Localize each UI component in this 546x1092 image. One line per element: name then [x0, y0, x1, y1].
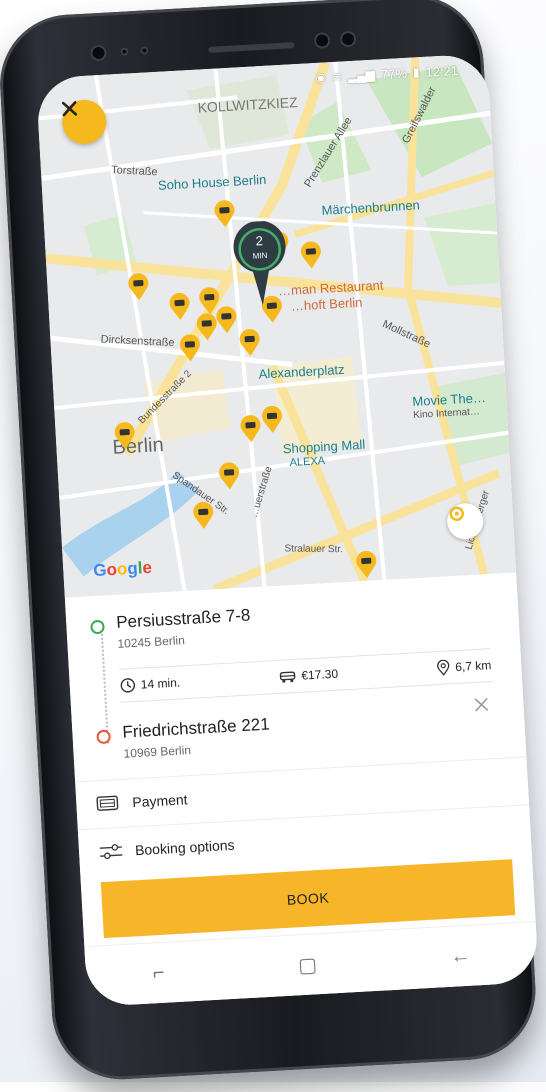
taxi-marker[interactable]: [260, 405, 284, 434]
back-icon[interactable]: ←: [450, 944, 471, 968]
taxi-icon: [240, 415, 261, 443]
battery-icon: ▮: [412, 65, 420, 80]
map-label: ALEXA: [289, 455, 326, 469]
trip-metrics: 14 min. €17.30 6,7 km: [118, 648, 493, 703]
home-icon[interactable]: ▢: [297, 952, 318, 978]
taxi-icon: [216, 306, 237, 334]
taxi-icon: [128, 273, 149, 301]
front-sensor: [90, 44, 107, 62]
location-status-icon: ◉: [315, 70, 327, 85]
front-sensor: [140, 46, 149, 55]
recent-apps-icon[interactable]: ⌐: [152, 961, 165, 985]
taxi-icon: [179, 334, 200, 362]
front-sensor: [120, 47, 129, 56]
taxi-marker[interactable]: [218, 462, 242, 491]
trip-duration: 14 min.: [119, 674, 181, 693]
location-pin-icon: [437, 659, 450, 676]
trip-distance-value: 6,7 km: [454, 658, 492, 675]
battery-level: 77%: [380, 65, 408, 82]
taxi-marker[interactable]: [355, 550, 379, 579]
map-label: Torstraße: [110, 164, 158, 179]
clock-icon: [120, 678, 136, 693]
taxi-marker[interactable]: [215, 306, 239, 335]
taxi-marker[interactable]: [168, 292, 192, 321]
taxi-icon: [193, 501, 214, 529]
wifi-icon: ≋: [331, 69, 343, 85]
taxi-marker[interactable]: [238, 328, 262, 357]
front-camera: [313, 32, 331, 49]
pickup-city: 10245 Berlin: [117, 633, 186, 651]
payment-label: Payment: [131, 791, 188, 811]
app-screen: KOLLWITZKIEZ Torstraße Soho House Berlin…: [35, 53, 540, 1008]
car-icon: [279, 671, 296, 683]
signal-icon: ▂▄▆: [347, 67, 376, 84]
eta-value: 2: [255, 233, 264, 249]
taxi-marker[interactable]: [299, 241, 323, 270]
pickup-dot: [90, 619, 105, 635]
map-view[interactable]: KOLLWITZKIEZ Torstraße Soho House Berlin…: [35, 53, 517, 598]
phone-frame: KOLLWITZKIEZ Torstraße Soho House Berlin…: [0, 0, 540, 1084]
route-connector: [100, 633, 110, 744]
taxi-marker[interactable]: [239, 415, 263, 444]
taxi-icon: [114, 422, 135, 450]
clear-icon: [474, 697, 489, 712]
dropoff-city: 10969 Berlin: [123, 742, 192, 761]
map-label: Stralauer Str.: [284, 543, 343, 556]
taxi-marker[interactable]: [178, 334, 202, 363]
earpiece-speaker: [208, 42, 295, 53]
close-icon: [61, 101, 78, 117]
phone: KOLLWITZKIEZ Torstraße Soho House Berlin…: [0, 0, 546, 1092]
trip-price-value: €17.30: [300, 666, 339, 683]
taxi-marker[interactable]: [192, 501, 216, 530]
taxi-marker[interactable]: [127, 273, 151, 302]
payment-card-icon: [96, 794, 123, 813]
pickup-name: Persiusstraße 7-8: [115, 605, 251, 632]
map-streets: [35, 53, 517, 598]
trip-distance: 6,7 km: [436, 657, 492, 676]
trip-price: €17.30: [278, 667, 338, 684]
booking-options-label: Booking options: [134, 836, 235, 859]
taxi-icon: [356, 550, 377, 578]
trip-panel: Persiusstraße 7-8 10245 Berlin 14 min. €…: [64, 572, 540, 1008]
taxi-icon: [219, 462, 240, 490]
taxi-icon: [300, 241, 321, 269]
dropoff-name: Friedrichstraße 221: [121, 714, 271, 742]
sliders-icon: [99, 843, 126, 860]
front-sensor: [339, 30, 357, 48]
locate-icon: [449, 506, 465, 522]
taxi-icon: [239, 329, 260, 357]
taxi-marker[interactable]: [113, 422, 137, 451]
taxi-icon: [169, 292, 190, 320]
google-logo: Google: [92, 557, 153, 581]
status-time: 12:21: [425, 62, 459, 80]
eta-pin[interactable]: 2 MIN: [230, 220, 291, 309]
taxi-icon: [262, 405, 282, 433]
trip-duration-value: 14 min.: [140, 675, 181, 692]
clear-dropoff-button[interactable]: [473, 692, 490, 719]
